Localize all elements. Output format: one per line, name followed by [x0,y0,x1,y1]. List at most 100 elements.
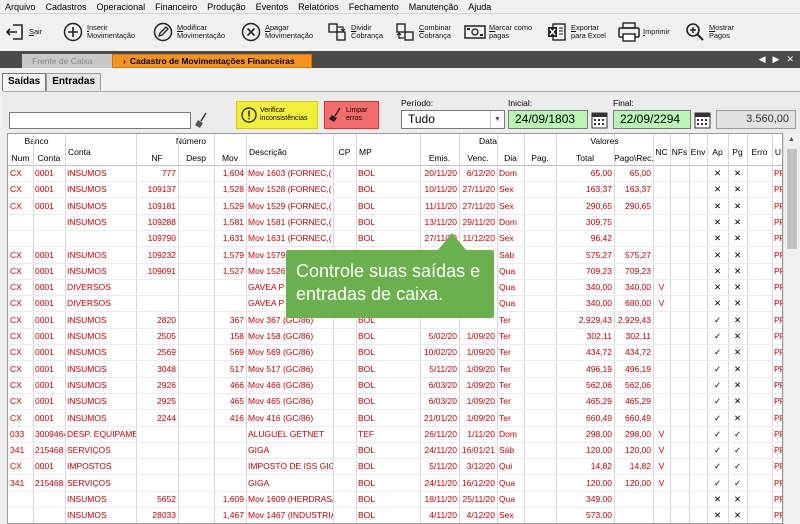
table-row[interactable]: 341 215468 SERVIÇOS GIGA BOL 24/11/20 16/01/21… [8,443,782,460]
next-tab-icon[interactable]: ▶ [773,54,780,65]
column-header[interactable]: NF [136,153,178,163]
table-cell [689,280,707,296]
tab-saidas[interactable]: Saídas [2,73,47,91]
toolbar-button[interactable]: Combinar Cobrança [390,17,460,47]
menu-item[interactable]: Produção [202,2,251,12]
column-header[interactable]: Env [689,147,707,157]
table-row[interactable]: CX 0001 INSUMOS 777 1,604 Mov 1603 (FORNEC,(B… [8,166,782,182]
table-cell: ✕ [713,168,722,178]
column-header[interactable]: Total [556,153,614,163]
calendar-icon[interactable] [694,110,711,129]
column-header[interactable]: Mov [214,153,246,163]
column-header[interactable]: NC [653,147,670,157]
column-header[interactable]: Erro [747,147,772,157]
column-header[interactable]: Pg [728,147,747,157]
period-select[interactable]: Tudo ▼ [401,110,505,129]
column-header[interactable]: Venc. [459,153,497,163]
toolbar-button[interactable]: Marcar como pagas [460,17,542,47]
table-cell [747,443,772,459]
table-row[interactable]: INSUMOS 5652 1,609 Mov 1609 (HERDRAS/1 BOL 18… [8,492,782,508]
table-row[interactable]: CX 0001 INSUMOS 2926 466 Mov 466 (GC/86) BOL 6/… [8,378,782,394]
search-input[interactable] [9,112,191,129]
tab-frente-de-caixa[interactable]: Frente de Caixa [22,54,124,68]
table-row[interactable]: 109790 1,631 Mov 1631 (FORNEC,(BOL 27/11/20… [8,231,782,248]
table-cell [747,215,772,231]
prev-tab-icon[interactable]: ◀ [759,54,766,65]
scroll-thumb[interactable] [787,149,797,249]
table-cell: Qua [499,298,516,309]
toolbar-button[interactable]: Mostrar Pagos [680,17,760,47]
toolbar-button[interactable]: Apagar Movimentação [236,17,322,47]
table-row[interactable]: CX 0001 INSUMOS 2925 465 Mov 465 (GC/86) BOL 6/… [8,394,782,411]
menu-item[interactable]: Relatórios [293,2,344,12]
column-header[interactable]: Conta [65,147,136,157]
table-cell [178,248,214,264]
table-cell [524,329,556,345]
table-cell: PF [774,461,782,472]
table-cell: PF [774,445,782,456]
menu-item[interactable]: Manutenção [404,2,464,12]
menu-item[interactable]: Ajuda [463,2,496,12]
calendar-icon[interactable] [591,110,608,129]
tab-cadastro-movimentacoes[interactable]: › Cadastro de Movimentações Financeiras [112,54,312,68]
table-row[interactable]: CX 0001 INSUMOS 3048 517 Mov 517 (GC/86) BOL 5/… [8,362,782,378]
table-row[interactable]: CX 0001 INSUMOS 109181 1,529 Mov 1529 (FORNEC… [8,199,782,215]
table-row[interactable]: 033 3009464 DESP. EQUIPAME ALUGUEL GETNET TE… [8,427,782,443]
menu-item[interactable]: Arquivo [0,2,41,12]
column-header[interactable]: Num [8,153,33,163]
table-row[interactable]: 341 215468 SERVIÇOS GIGA BOL 24/11/20 16/12/20… [8,476,782,492]
column-header[interactable]: Descrição [246,147,333,157]
column-header[interactable]: Ap [707,147,728,157]
table-row[interactable]: CX 0001 INSUMOS 2244 416 Mov 416 (GC/86) BOL 21… [8,411,782,427]
table-cell: 215468 [35,477,64,488]
table-cell: ✕ [713,184,722,195]
table-cell [136,296,178,312]
toolbar-button[interactable]: Imprimir [614,17,680,47]
table-cell: 466 [229,379,244,390]
clear-errors-button[interactable]: Limpar erros [324,101,379,129]
toolbar-button[interactable]: Exportar para Excel [542,17,614,47]
toolbar-button[interactable]: Modificar Movimentação [148,17,236,47]
column-header[interactable]: CP [333,147,356,157]
column-header[interactable]: Dia [497,153,524,163]
column-header[interactable]: Pag. [524,153,556,163]
scroll-up-icon[interactable]: ▲ [788,136,795,143]
column-header[interactable]: NFs [670,147,689,157]
broom-icon[interactable] [194,111,210,129]
column-header[interactable]: Emis. [420,153,459,163]
vertical-scrollbar[interactable]: ▲ [783,133,800,524]
menu-item[interactable]: Financeiro [150,2,202,12]
column-header[interactable]: Pago\Rec. [614,153,654,163]
column-header[interactable]: Conta [33,153,65,163]
close-tab-icon[interactable]: ✕ [786,54,794,65]
toolbar-button[interactable]: Sair [0,17,58,47]
transactions-grid: Banco Número Data Valores Num Conta Conta NF Des… [7,133,783,524]
column-header[interactable]: Desp [178,153,214,163]
table-cell [689,329,707,345]
table-row[interactable]: INSUMOS 28033 1,467 Mov 1467 (INDUSTRIA BOL 4… [8,508,782,523]
menu-item[interactable]: Eventos [251,2,294,12]
column-header[interactable]: MP [356,147,420,157]
table-row[interactable]: CX 0001 INSUMOS 2505 158 Mov 158 (GC/86) BOL 5/… [8,329,782,345]
table-row[interactable]: CX 0001 INSUMOS 109137 1,528 Mov 1528 (FORNEC… [8,182,782,199]
table-cell: V [658,445,665,456]
menu-item[interactable]: Operacional [92,2,151,12]
table-row[interactable]: CX 0001 IMPOSTOS IMPOSTO DE ISS GIGA BOL 5/11… [8,459,782,476]
table-cell: 465,29 [625,396,651,407]
start-date-field[interactable]: 24/09/1803 [508,110,588,129]
tab-entradas[interactable]: Entradas [46,73,102,91]
toolbar-button[interactable]: Dividir Cobrança [322,17,390,47]
table-cell [136,476,178,492]
toolbar-button[interactable]: Inserir Movimentação [58,17,148,47]
table-cell: 5/02/20 [428,331,457,341]
end-date-field[interactable]: 22/09/2294 [613,110,691,129]
table-row[interactable]: CX 0001 INSUMOS 2569 569 Mov 569 (GC/86) BOL 10… [8,345,782,362]
menu-item[interactable]: Fechamento [344,2,404,12]
table-cell: TEF [358,428,375,439]
table-row[interactable]: INSUMOS 109288 1,581 Mov 1581 (FORNEC,(BOL 1… [8,215,782,231]
column-header[interactable]: U [772,147,782,157]
verify-inconsistencies-button[interactable]: Verificar inconsistências [236,101,318,129]
menu-item[interactable]: Cadastros [41,2,92,12]
table-cell [214,459,246,475]
table-cell [178,476,214,492]
